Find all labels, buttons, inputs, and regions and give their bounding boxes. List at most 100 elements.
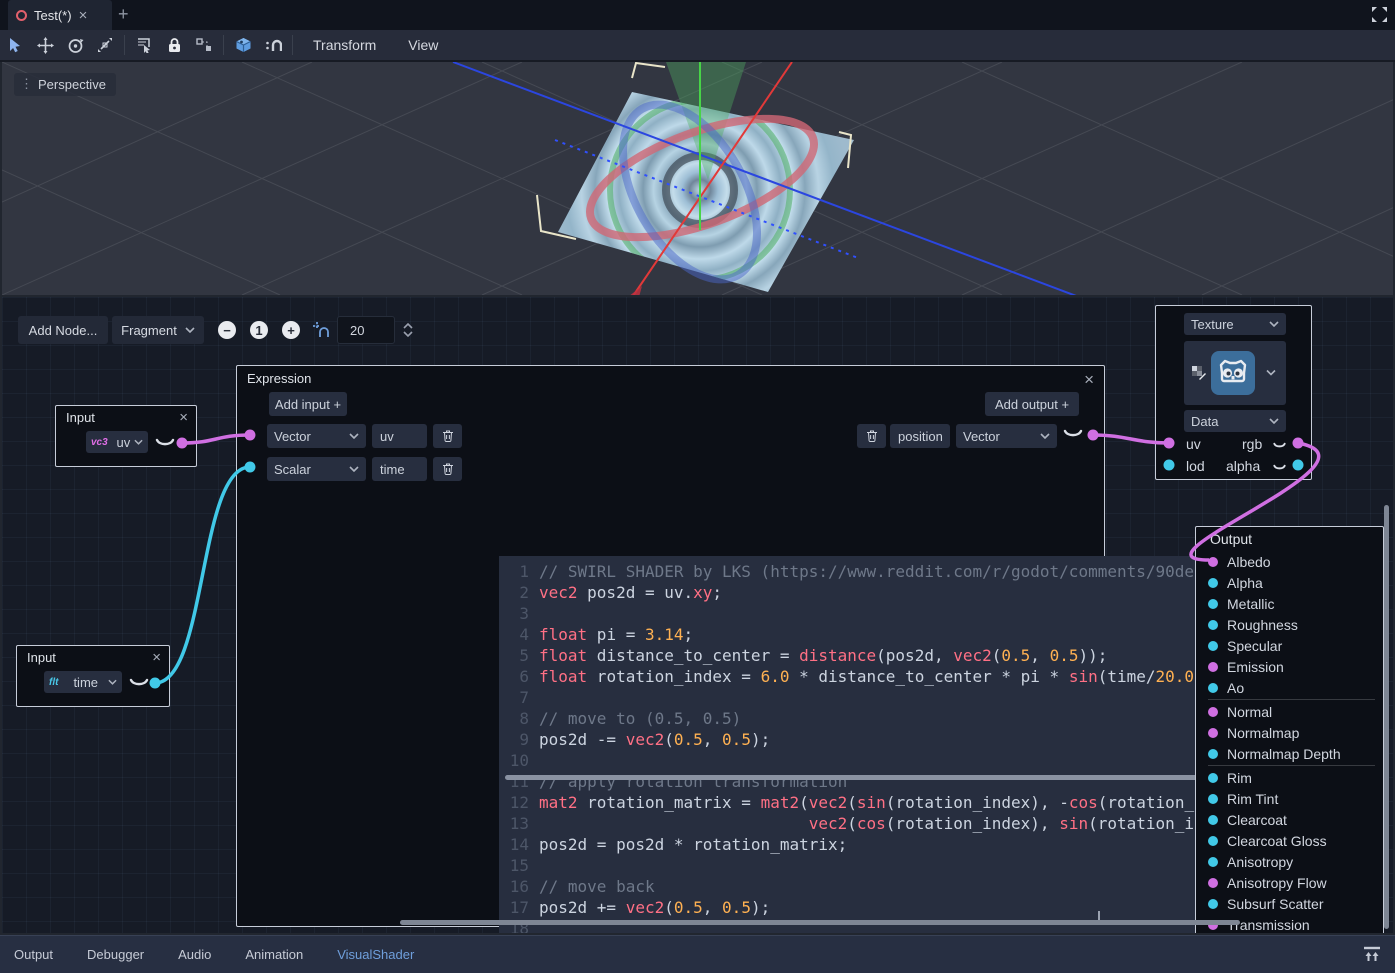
expand-preview-icon[interactable]	[1273, 442, 1286, 450]
port-label-uv: uv	[1186, 436, 1201, 452]
input-port[interactable]	[1208, 578, 1218, 588]
input-type-dropdown[interactable]: Vector	[267, 424, 366, 448]
close-icon[interactable]: ×	[1084, 371, 1094, 388]
fullscreen-icon[interactable]	[1371, 6, 1388, 23]
close-icon[interactable]: ×	[152, 650, 161, 665]
code-hscrollbar[interactable]	[505, 775, 1220, 780]
output-port-label: Normal	[1227, 704, 1272, 720]
code-line: 6float rotation_index = 6.0 * distance_t…	[499, 666, 1314, 687]
shader-mode-label: Fragment	[121, 323, 177, 338]
node-title: Expression	[247, 371, 311, 386]
expand-preview-icon[interactable]	[129, 678, 149, 689]
perspective-menu[interactable]: ⋮ Perspective	[14, 73, 116, 96]
output-type-dropdown[interactable]: Vector	[956, 424, 1057, 448]
graph-vscrollbar[interactable]	[1384, 505, 1389, 929]
spinner-icon[interactable]	[402, 322, 414, 338]
output-port-label: Roughness	[1227, 617, 1298, 633]
view-menu[interactable]: View	[392, 37, 454, 53]
add-input-button[interactable]: Add input +	[269, 392, 347, 416]
expand-preview-icon[interactable]	[1273, 464, 1286, 472]
lock-icon[interactable]	[159, 32, 189, 58]
output-port-list: AlbedoAlphaMetallicRoughnessSpecularEmis…	[1196, 551, 1384, 933]
local-space-cube-icon[interactable]	[228, 32, 258, 58]
select-list-icon[interactable]	[129, 32, 159, 58]
panel-tab-debugger[interactable]: Debugger	[87, 947, 144, 962]
expand-preview-icon[interactable]	[155, 438, 175, 449]
close-icon[interactable]: ×	[79, 8, 88, 23]
input-port[interactable]	[1208, 794, 1218, 804]
input-type-dropdown[interactable]: Scalar	[267, 457, 366, 481]
snap-value-input[interactable]: 20	[337, 316, 395, 344]
input-port[interactable]	[1208, 728, 1218, 738]
input-type-dropdown[interactable]: vc3 uv	[86, 431, 148, 453]
shader-mode-dropdown[interactable]: Fragment	[112, 316, 204, 344]
input-port[interactable]	[1208, 857, 1218, 867]
input-port[interactable]	[1208, 899, 1218, 909]
new-tab-button[interactable]: +	[118, 4, 129, 25]
input-port[interactable]	[1208, 599, 1218, 609]
input-name-field[interactable]: time	[372, 457, 427, 481]
visual-shader-graph[interactable]: Add Node... Fragment − 1 + 20 Input × vc…	[2, 297, 1393, 933]
scale-tool-icon[interactable]	[90, 32, 120, 58]
input-name-field[interactable]: uv	[372, 424, 427, 448]
input-port[interactable]	[1208, 815, 1218, 825]
expression-node[interactable]: Expression × Add input + Add output + Ve…	[236, 365, 1105, 927]
transform-menu[interactable]: Transform	[297, 37, 392, 53]
delete-input-button[interactable]	[433, 424, 462, 448]
output-node[interactable]: Output AlbedoAlphaMetallicRoughnessSpecu…	[1195, 526, 1384, 933]
zoom-in-button[interactable]: +	[282, 321, 300, 339]
input-port[interactable]	[1208, 707, 1218, 717]
output-port-row: Anisotropy	[1196, 851, 1384, 872]
zoom-out-button[interactable]: −	[218, 321, 236, 339]
texture-preview-box[interactable]	[1184, 341, 1286, 405]
input-port[interactable]	[1208, 557, 1218, 567]
add-node-button[interactable]: Add Node...	[18, 316, 108, 344]
group-icon[interactable]	[189, 32, 219, 58]
3d-viewport[interactable]: ⋮ Perspective	[2, 62, 1393, 295]
snap-grid-icon[interactable]	[312, 321, 330, 339]
panel-tab-animation[interactable]: Animation	[245, 947, 303, 962]
select-tool-icon[interactable]	[0, 32, 30, 58]
input-port[interactable]	[1208, 662, 1218, 672]
output-name-field[interactable]: position	[890, 424, 950, 448]
snap-icon[interactable]	[258, 32, 288, 58]
panel-tab-visualshader[interactable]: VisualShader	[337, 947, 414, 962]
drag-handle-icon[interactable]: ⋮	[20, 76, 32, 92]
chevron-down-icon[interactable]	[1266, 369, 1276, 376]
move-tool-icon[interactable]	[30, 32, 60, 58]
input-port[interactable]	[1208, 836, 1218, 846]
snap-value: 20	[350, 323, 364, 338]
input-time-node[interactable]: Input × flt time	[16, 645, 170, 707]
scene-tab[interactable]: Test(*) ×	[8, 0, 112, 30]
input-uv-node[interactable]: Input × vc3 uv	[55, 405, 197, 467]
bottom-panel-toggle-icon[interactable]	[1363, 946, 1381, 962]
input-port[interactable]	[1208, 749, 1218, 759]
rotate-tool-icon[interactable]	[60, 32, 90, 58]
texture-node[interactable]: Texture Data	[1155, 305, 1312, 480]
viewport-toolbar: Transform View	[0, 30, 1395, 62]
zoom-reset-button[interactable]: 1	[250, 321, 268, 339]
texture-type-dropdown[interactable]: Texture	[1184, 313, 1286, 335]
close-icon[interactable]: ×	[179, 410, 188, 425]
output-port-row: Normalmap Depth	[1196, 743, 1384, 764]
input-port[interactable]	[1208, 878, 1218, 888]
input-port[interactable]	[1208, 620, 1218, 630]
code-line: 13 vec2(cos(rotation_index), sin(rotatio…	[499, 813, 1314, 834]
input-port[interactable]	[1208, 683, 1218, 693]
input-port[interactable]	[1208, 773, 1218, 783]
delete-output-button[interactable]	[857, 424, 886, 448]
input-type-dropdown[interactable]: flt time	[44, 671, 122, 693]
panel-tab-output[interactable]: Output	[14, 947, 53, 962]
delete-input-button[interactable]	[433, 457, 462, 481]
chevron-down-icon	[1269, 321, 1279, 327]
output-port-row: Normal	[1196, 701, 1384, 722]
texture-data-dropdown[interactable]: Data	[1184, 410, 1286, 432]
expression-code-editor[interactable]: 1// SWIRL SHADER by LKS (https://www.red…	[499, 556, 1314, 933]
input-port[interactable]	[1208, 641, 1218, 651]
add-output-button[interactable]: Add output +	[985, 392, 1079, 416]
texture-type-label: Texture	[1191, 317, 1234, 332]
expand-preview-icon[interactable]	[1063, 429, 1083, 440]
output-port-row: Alpha	[1196, 572, 1384, 593]
graph-hscrollbar[interactable]	[400, 920, 1240, 925]
panel-tab-audio[interactable]: Audio	[178, 947, 211, 962]
